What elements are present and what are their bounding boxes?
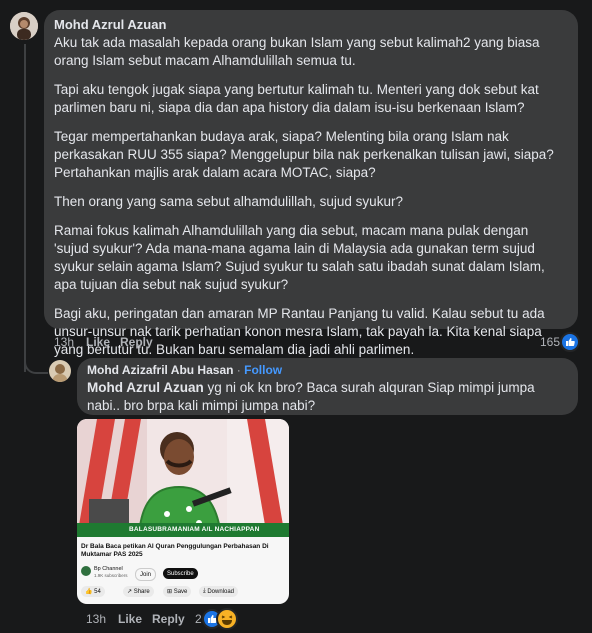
- follow-link[interactable]: Follow: [244, 363, 282, 377]
- download-button[interactable]: ⤓ Download: [199, 586, 239, 597]
- reply-reaction-count[interactable]: 2: [195, 612, 202, 626]
- video-title[interactable]: Dr Bala Baca petikan Al Quran Penggulung…: [81, 543, 281, 559]
- channel-avatar[interactable]: [81, 566, 91, 576]
- video-thumbnail-image: [77, 419, 289, 537]
- thread-line: [24, 44, 26, 372]
- share-label: Share: [133, 588, 150, 595]
- reply-author[interactable]: Mohd Azizafril Abu Hasan: [87, 363, 233, 377]
- channel-name[interactable]: Bp Channel: [94, 566, 123, 572]
- mention-link[interactable]: Mohd Azrul Azuan: [87, 380, 204, 395]
- subscriber-count: 1.9K subscribers: [94, 573, 128, 578]
- thread-curve: [24, 352, 48, 374]
- download-label: Download: [207, 588, 235, 595]
- avatar-mohd-azizafril[interactable]: [49, 360, 71, 382]
- reaction-count[interactable]: 165: [540, 335, 560, 349]
- save-label: Save: [173, 588, 188, 595]
- comment-paragraph: Tegar mempertahankan budaya arak, siapa?…: [54, 129, 554, 180]
- comment-paragraph: Aku tak ada masalah kepada orang bukan I…: [54, 35, 540, 68]
- reply-button[interactable]: Reply: [120, 335, 153, 349]
- video-thumbnail[interactable]: BALASUBRAMANIAM A/L NACHIAPPAN: [77, 419, 289, 537]
- separator-dot: ·: [233, 363, 245, 377]
- like-button[interactable]: Like: [86, 335, 110, 349]
- like-reaction-icon[interactable]: [560, 332, 580, 352]
- avatar-mohd-azrul-azuan[interactable]: [10, 12, 38, 40]
- download-icon: ⤓: [203, 588, 206, 594]
- reply-body: Mohd Azrul Azuan yg ni ok kn bro? Baca s…: [87, 379, 567, 415]
- video-attachment-card[interactable]: BALASUBRAMANIAM A/L NACHIAPPAN Dr Bala B…: [77, 419, 289, 604]
- comment-time[interactable]: 13h: [54, 335, 74, 349]
- reply-time[interactable]: 13h: [86, 612, 106, 626]
- reply-header: Mohd Azizafril Abu Hasan · Follow: [87, 363, 282, 377]
- subscribe-button[interactable]: Subscribe: [163, 568, 198, 579]
- comment-paragraph: Bagi aku, peringatan dan amaran MP Ranta…: [54, 306, 545, 357]
- share-button[interactable]: ↗ Share: [123, 586, 154, 597]
- comment-paragraph: Ramai fokus kalimah Alhamdulillah yang d…: [54, 223, 545, 292]
- comment-paragraph: Tapi aku tengok jugak siapa yang bertutu…: [54, 82, 539, 115]
- video-action-row: 👍 54 ↗ Share ⊞ Save ⤓ Download: [81, 586, 286, 598]
- comment-author[interactable]: Mohd Azrul Azuan: [54, 17, 166, 32]
- reply-like-button[interactable]: Like: [118, 612, 142, 626]
- share-icon: ↗: [127, 589, 133, 595]
- video-like-button[interactable]: 👍 54: [81, 586, 105, 597]
- reply-reply-button[interactable]: Reply: [152, 612, 185, 626]
- thumb-up-icon: 👍: [85, 589, 93, 595]
- lower-third-name: BALASUBRAMANIAM A/L NACHIAPPAN: [129, 526, 260, 533]
- save-button[interactable]: ⊞ Save: [163, 586, 192, 597]
- comment-bubble: Mohd Azrul Azuan Aku tak ada masalah kep…: [44, 10, 578, 357]
- save-icon: ⊞: [167, 589, 173, 595]
- join-button[interactable]: Join: [135, 568, 157, 581]
- comment-paragraph: Then orang yang sama sebut alhamdulillah…: [54, 194, 403, 209]
- comment-body: Aku tak ada masalah kepada orang bukan I…: [54, 34, 558, 359]
- video-like-count: 54: [94, 588, 101, 595]
- reply-bubble: Mohd Azizafril Abu Hasan · Follow Mohd A…: [77, 358, 578, 415]
- haha-reaction-icon[interactable]: [216, 608, 238, 630]
